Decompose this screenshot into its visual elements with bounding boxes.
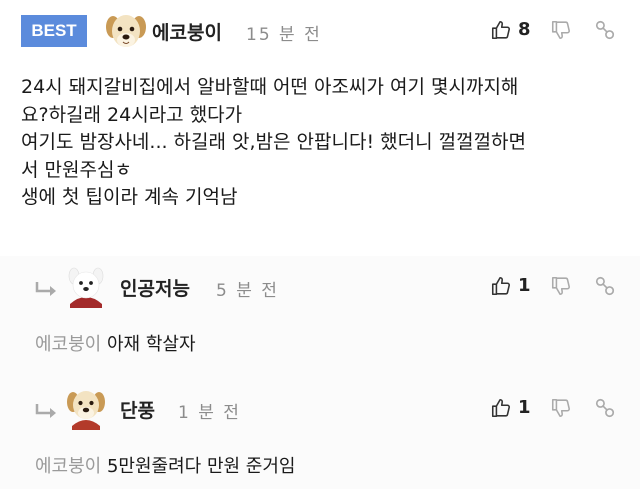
- comment-actions: 1: [490, 271, 620, 301]
- avatar[interactable]: [64, 386, 108, 430]
- like-count: 1: [518, 397, 531, 418]
- reply-body: 에코붕이 5만원줄려다 만원 준거임: [35, 452, 295, 478]
- reply-body: 에코붕이 아재 학살자: [35, 330, 196, 356]
- avatar[interactable]: [64, 264, 108, 308]
- reply-text: 아재 학살자: [106, 334, 196, 355]
- thumbs-down-icon: [551, 276, 570, 296]
- link-button[interactable]: [594, 15, 616, 45]
- like-button[interactable]: [490, 15, 512, 45]
- thumbs-up-icon: [491, 398, 510, 418]
- like-count: 1: [518, 275, 531, 296]
- avatar[interactable]: [104, 9, 148, 53]
- timestamp: 15 분 전: [246, 25, 322, 45]
- reply-arrow-icon: [35, 282, 56, 296]
- like-button[interactable]: [490, 271, 512, 301]
- best-badge: BEST: [21, 15, 87, 47]
- dislike-button[interactable]: [550, 271, 572, 301]
- thumbs-down-icon: [551, 398, 570, 418]
- comment-actions: 1: [490, 393, 620, 423]
- dislike-button[interactable]: [550, 393, 572, 423]
- author-name[interactable]: 단풍: [120, 396, 155, 423]
- thumbs-down-icon: [551, 20, 570, 40]
- comment-best: BEST 에코붕이 15 분 전 8 24시 돼지갈비집에서 알바할때 어떤 아…: [0, 0, 640, 256]
- dislike-button[interactable]: [550, 15, 572, 45]
- thumbs-up-icon: [491, 276, 510, 296]
- timestamp: 1 분 전: [178, 403, 241, 423]
- mention[interactable]: 에코붕이: [35, 456, 101, 477]
- link-button[interactable]: [594, 393, 616, 423]
- link-icon: [595, 276, 615, 296]
- link-icon: [595, 20, 615, 40]
- author-name[interactable]: 인공저능: [120, 274, 190, 301]
- like-button[interactable]: [490, 393, 512, 423]
- reply-comment: 단풍 1 분 전 1 에코붕이 5만원줄려다 만원 준거임: [0, 378, 640, 489]
- author-name[interactable]: 에코붕이: [152, 18, 222, 45]
- link-button[interactable]: [594, 271, 616, 301]
- reply-arrow-icon: [35, 404, 56, 418]
- link-icon: [595, 398, 615, 418]
- reply-comment: 인공저능 5 분 전 1 에코붕이 아재 학살자: [0, 256, 640, 378]
- thumbs-up-icon: [491, 20, 510, 40]
- mention[interactable]: 에코붕이: [35, 334, 101, 355]
- comment-body: 24시 돼지갈비집에서 알바할때 어떤 아조씨가 여기 몇시까지해 요?하길래 …: [21, 76, 527, 208]
- like-count: 8: [518, 19, 531, 40]
- timestamp: 5 분 전: [216, 281, 279, 301]
- reply-text: 5만원줄려다 만원 준거임: [106, 456, 296, 477]
- comment-actions: 8: [490, 15, 620, 45]
